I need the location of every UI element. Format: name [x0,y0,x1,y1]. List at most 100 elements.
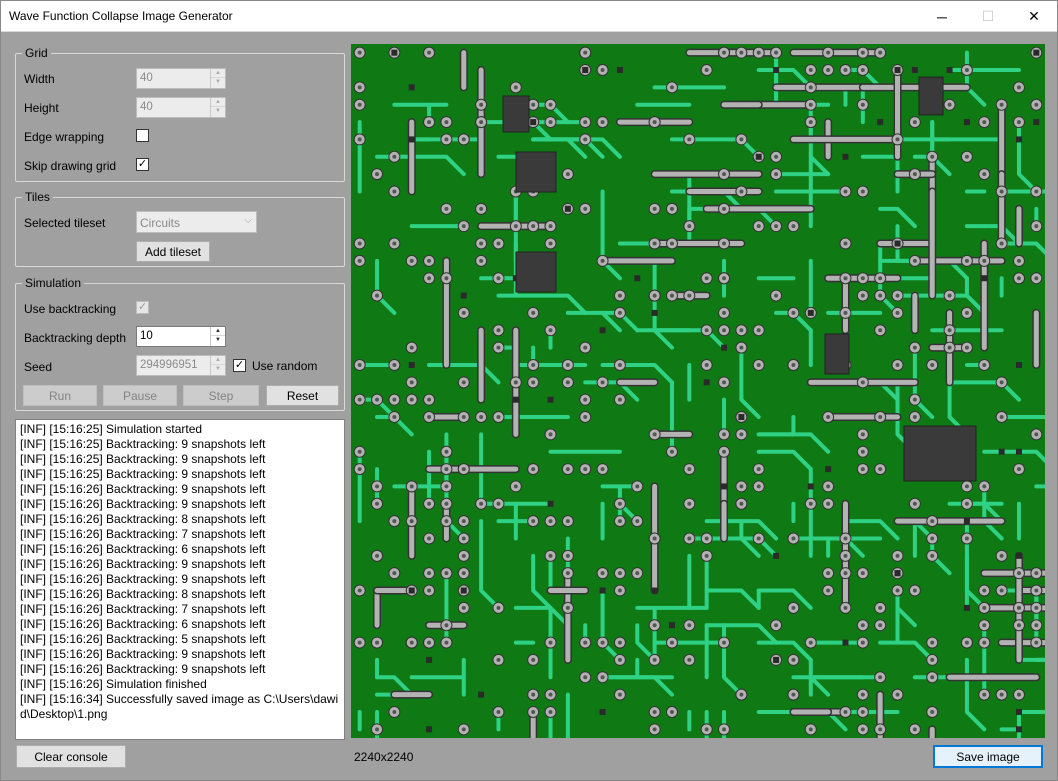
pad-hole [357,467,362,472]
step-button[interactable]: Step [183,385,259,406]
spinner-down-icon[interactable]: ▼ [211,365,225,374]
backtracking-depth-spinner[interactable]: 10 ▲ ▼ [136,326,226,347]
console-line: [INF] [15:16:25] Backtracking: 9 snapsho… [20,452,266,466]
maximize-button[interactable]: ☐ [965,1,1011,32]
spinner-down-icon[interactable]: ▼ [211,107,225,116]
pad-hole [1034,432,1039,437]
pad-hole [375,640,380,645]
pad-hole [739,50,744,55]
backtracking-depth-value: 10 [140,330,153,342]
via [1015,361,1022,368]
pad-hole [496,501,501,506]
edge-wrapping-checkbox[interactable] [136,129,149,142]
pad-hole [444,449,449,454]
pad-hole [982,120,987,125]
pad-hole [409,519,414,524]
skip-drawing-grid-checkbox[interactable]: ✓ [136,158,149,171]
spinner-down-icon[interactable]: ▼ [211,78,225,87]
pad-hole [513,380,518,385]
simulation-legend: Simulation [22,276,85,290]
pad-hole [930,709,935,714]
via [894,240,901,247]
pad-hole [427,258,432,263]
via [408,361,415,368]
minimize-button[interactable]: ─ [919,1,965,32]
pad-hole [669,449,674,454]
pad-hole [548,709,553,714]
console-line: [INF] [15:16:26] Backtracking: 8 snapsho… [20,587,266,601]
via [599,587,606,594]
use-backtracking-label: Use backtracking [24,302,117,316]
via [981,275,988,282]
reset-button[interactable]: Reset [266,385,339,406]
pad-hole [1016,605,1021,610]
pad-hole [722,640,727,645]
via [651,587,658,594]
pad-hole [964,484,969,489]
via [408,587,415,594]
pad-hole [999,415,1004,420]
seed-spinner[interactable]: 294996951 ▲ ▼ [136,355,226,376]
via [894,67,901,74]
close-button[interactable]: ✕ [1011,1,1057,32]
pad-hole [808,102,813,107]
pad-hole [878,415,883,420]
pad-hole [427,276,432,281]
width-spinner[interactable]: 40 ▲ ▼ [136,68,226,89]
add-tileset-button[interactable]: Add tileset [136,241,210,262]
pad-hole [392,571,397,576]
pad-hole [652,120,657,125]
pad-hole [600,258,605,263]
pad-hole [461,467,466,472]
spinner-up-icon[interactable]: ▲ [211,327,225,336]
pad-hole [565,571,570,576]
tileset-dropdown[interactable]: Circuits ⌵ [136,211,257,233]
pad-hole [583,675,588,680]
pad-hole [617,501,622,506]
pad-hole [791,605,796,610]
pad-hole [878,293,883,298]
edge-wrapping-label: Edge wrapping [24,130,105,144]
pad-hole [878,50,883,55]
pad-hole [930,640,935,645]
console-line: [INF] [15:16:26] Backtracking: 5 snapsho… [20,632,266,646]
console-line: [INF] [15:16:26] Backtracking: 6 snapsho… [20,617,266,631]
pad-hole [774,623,779,628]
pad-hole [635,484,640,489]
via [460,292,467,299]
pad-hole [982,640,987,645]
pad-hole [392,154,397,159]
run-button[interactable]: Run [23,385,97,406]
pad-hole [808,640,813,645]
pad-hole [427,640,432,645]
pad-hole [826,484,831,489]
spinner-up-icon[interactable]: ▲ [211,69,225,78]
pad-hole [704,553,709,558]
pad-hole [617,657,622,662]
spinner-up-icon[interactable]: ▲ [211,98,225,107]
pad-hole [1034,605,1039,610]
pad-hole [930,154,935,159]
use-random-checkbox[interactable]: ✓ [233,359,246,372]
use-backtracking-checkbox[interactable]: ✓ [136,301,149,314]
pad-hole [808,727,813,732]
pause-button[interactable]: Pause [103,385,177,406]
pad-hole [791,536,796,541]
console-log[interactable]: [INF] [15:16:25] Simulation started [INF]… [15,419,345,740]
pad-hole [617,692,622,697]
pad-hole [756,467,761,472]
spinner-down-icon[interactable]: ▼ [211,336,225,345]
height-spinner[interactable]: 40 ▲ ▼ [136,97,226,118]
via [721,344,728,351]
pad-hole [548,241,553,246]
pad-hole [964,536,969,541]
pad-hole [479,415,484,420]
pad-hole [739,137,744,142]
pad-hole [669,85,674,90]
spinner-up-icon[interactable]: ▲ [211,356,225,365]
clear-console-button[interactable]: Clear console [16,745,126,768]
pad-hole [392,519,397,524]
pad-hole [999,588,1004,593]
pad-hole [565,172,570,177]
save-image-button[interactable]: Save image [933,745,1043,768]
